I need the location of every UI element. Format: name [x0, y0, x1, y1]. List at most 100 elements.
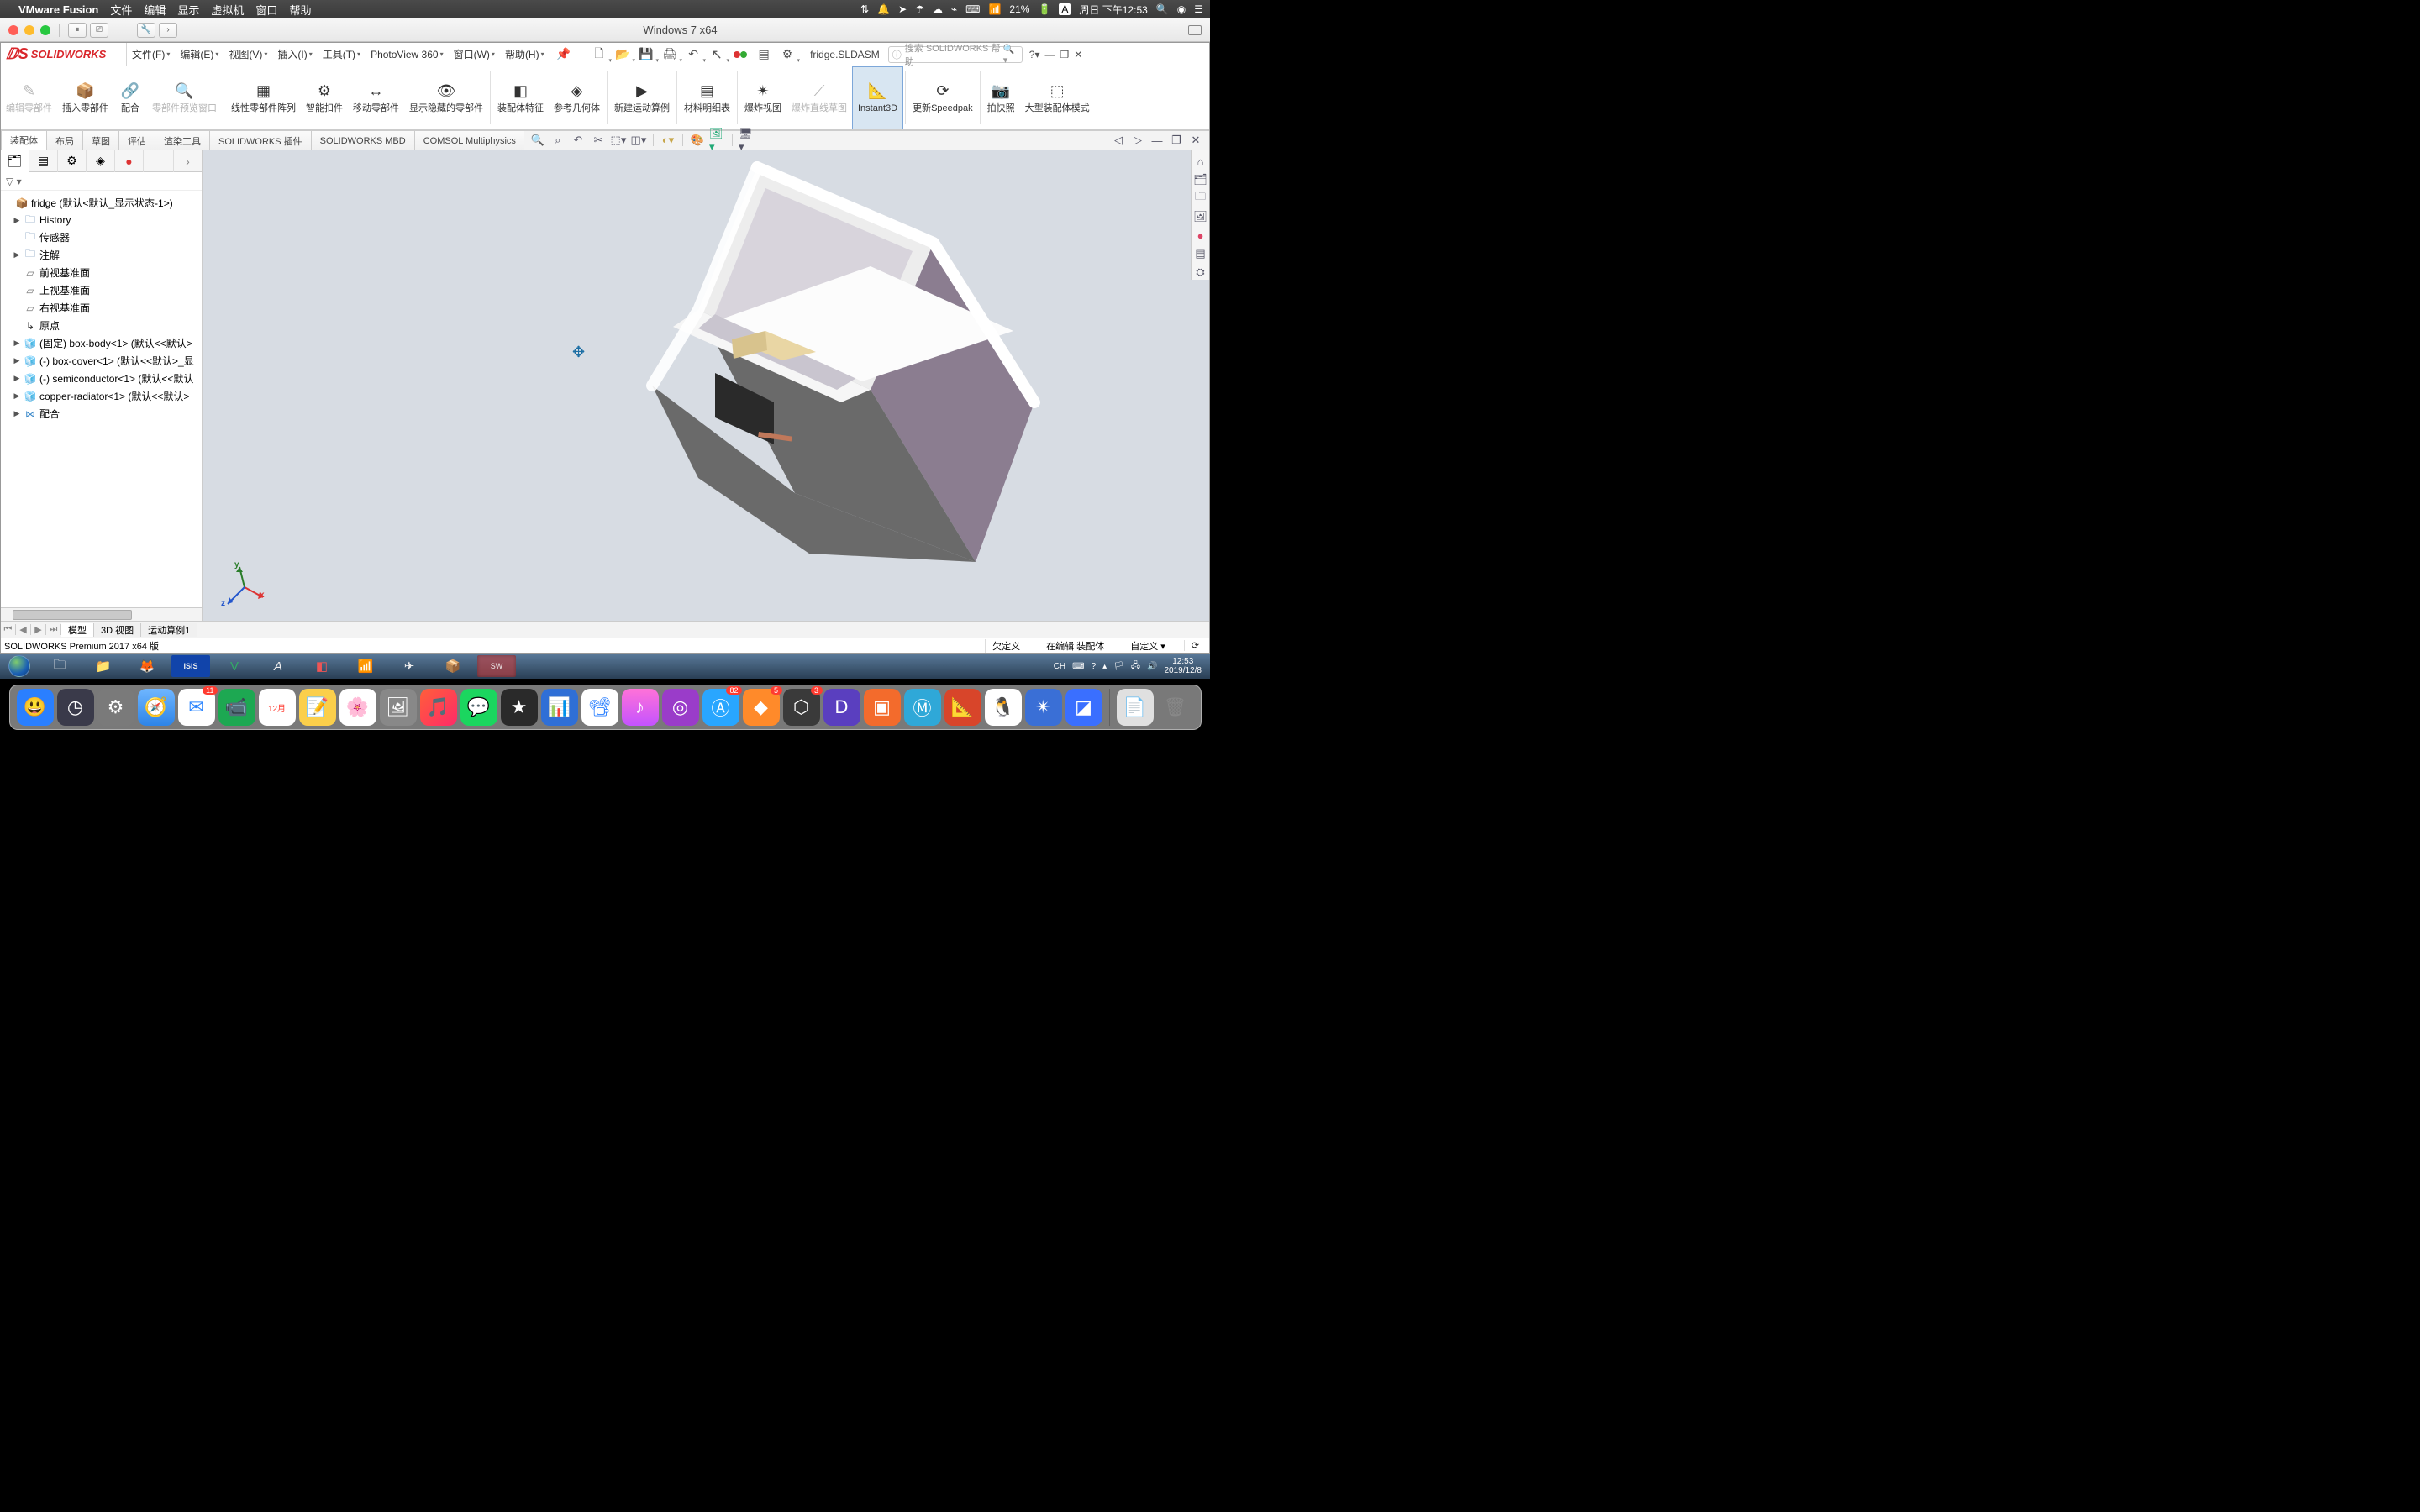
- mac-menu-help[interactable]: 帮助: [289, 2, 311, 18]
- doc-min-icon[interactable]: —: [1149, 133, 1165, 148]
- edit-appearance-icon[interactable]: 🎨: [689, 133, 706, 148]
- ribbon-smart-fasteners[interactable]: ⚙智能扣件: [301, 66, 348, 129]
- dock-itunes-icon[interactable]: ♪: [622, 689, 659, 726]
- cloud-icon[interactable]: ☁: [933, 3, 943, 15]
- undo-icon[interactable]: ↶▾: [682, 45, 704, 64]
- tb-isis-icon[interactable]: ISIS: [171, 655, 210, 677]
- ribbon-move-component[interactable]: ↔移动零部件: [348, 66, 404, 129]
- tb-help-icon[interactable]: ?: [1092, 662, 1097, 671]
- mac-menu-window[interactable]: 窗口: [255, 2, 277, 18]
- sw-menu-view[interactable]: 视图(V)▾: [224, 43, 272, 66]
- vtab-first-icon[interactable]: ⏮: [1, 624, 16, 635]
- battery-icon[interactable]: 🔋: [1038, 3, 1050, 15]
- tree-box-cover[interactable]: ▶🧊(-) box-cover<1> (默认<<默认>_显: [1, 352, 202, 370]
- tb-network-icon[interactable]: 🖧: [1131, 659, 1140, 674]
- dock-trash-icon[interactable]: 🗑: [1157, 689, 1194, 726]
- mac-menu-edit[interactable]: 编辑: [144, 2, 166, 18]
- dock-numbers-icon[interactable]: 📊: [541, 689, 578, 726]
- sw-menu-edit[interactable]: 编辑(E)▾: [175, 43, 224, 66]
- siri-icon[interactable]: ◉: [1177, 3, 1186, 15]
- options-list-icon[interactable]: ▤: [753, 45, 775, 64]
- dock-settings-icon[interactable]: ⚙: [97, 689, 134, 726]
- view-settings-icon[interactable]: 🖥▾: [739, 133, 755, 148]
- tab-comsol[interactable]: COMSOL Multiphysics: [414, 130, 525, 150]
- tab-evaluate[interactable]: 评估: [118, 130, 155, 150]
- tb-font-icon[interactable]: A: [259, 655, 297, 677]
- dock-keynote-icon[interactable]: 📽: [581, 689, 618, 726]
- dock-vmware-icon[interactable]: ▣: [864, 689, 901, 726]
- taskpane-file-explorer-icon[interactable]: 🗀: [1193, 191, 1208, 206]
- sw-menu-tools[interactable]: 工具(T)▾: [318, 43, 366, 66]
- ribbon-insert-component[interactable]: 📦插入零部件: [57, 66, 113, 129]
- dock-safari-icon[interactable]: 🧭: [138, 689, 175, 726]
- tree-box-body[interactable]: ▶🧊(固定) box-body<1> (默认<<默认>: [1, 334, 202, 352]
- fm-tab-property[interactable]: ▤: [29, 150, 58, 172]
- ribbon-mate[interactable]: 🔗配合: [113, 66, 147, 129]
- dock-mail-icon[interactable]: ✉11: [178, 689, 215, 726]
- fm-tab-dimxpert[interactable]: ◈: [87, 150, 115, 172]
- dock-facetime-icon[interactable]: 📹: [218, 689, 255, 726]
- help-search-input[interactable]: ⓘ搜索 SOLIDWORKS 帮助🔍▾: [888, 46, 1023, 63]
- ribbon-update-speedpak[interactable]: ⟳更新Speedpak: [908, 66, 978, 129]
- umbrella-icon[interactable]: ☂: [915, 3, 924, 15]
- mac-menu-view[interactable]: 显示: [177, 2, 199, 18]
- section-view-icon[interactable]: ✂: [590, 133, 607, 148]
- ribbon-show-hidden[interactable]: 👁显示隐藏的零部件: [404, 66, 488, 129]
- minimize-button[interactable]: [24, 25, 34, 35]
- view-triad[interactable]: x y z: [219, 562, 270, 612]
- tb-keyboard-icon[interactable]: ⌨: [1072, 662, 1084, 671]
- taskpane-appearances-icon[interactable]: ●: [1193, 228, 1208, 243]
- ribbon-bom[interactable]: ▤材料明细表: [679, 66, 735, 129]
- dock-activity-icon[interactable]: ◷: [57, 689, 94, 726]
- taskpane-custom-props-icon[interactable]: ▤: [1193, 246, 1208, 261]
- mac-menu-vm[interactable]: 虚拟机: [211, 2, 244, 18]
- tree-mates[interactable]: ▶⋈配合: [1, 405, 202, 423]
- datetime[interactable]: 周日 下午12:53: [1079, 3, 1147, 17]
- dock-downloads-icon[interactable]: 📄: [1117, 689, 1154, 726]
- sw-menu-photoview[interactable]: PhotoView 360▾: [366, 43, 449, 66]
- status-custom[interactable]: 自定义 ▾: [1123, 639, 1172, 653]
- prev-view-icon[interactable]: ↶: [570, 133, 587, 148]
- vtab-motion-study[interactable]: 运动算例1: [141, 623, 197, 637]
- dock-calendar-icon[interactable]: 12月: [259, 689, 296, 726]
- spotlight-icon[interactable]: 🔍: [1156, 3, 1169, 15]
- updown-icon[interactable]: ⇅: [860, 3, 869, 15]
- tb-clock[interactable]: 12:53 2019/12/8: [1165, 657, 1207, 675]
- sw-menu-file[interactable]: 文件(F)▾: [127, 43, 175, 66]
- doc-next-icon[interactable]: ▷: [1129, 133, 1146, 148]
- vm-next-button[interactable]: ›: [159, 23, 177, 38]
- taskpane-view-palette-icon[interactable]: 🖼: [1193, 209, 1208, 224]
- zoom-button[interactable]: [40, 25, 50, 35]
- bluetooth-icon[interactable]: ⌁: [951, 3, 957, 15]
- tb-lang[interactable]: CH: [1054, 662, 1065, 671]
- tab-assembly[interactable]: 装配体: [1, 130, 47, 150]
- vm-snapshot-button[interactable]: ⎚: [90, 23, 108, 38]
- 3d-viewport[interactable]: ✥ x y z ⌂ 🗂 🗀 🖼 ● ▤ ⛭: [203, 150, 1209, 621]
- location-icon[interactable]: ➤: [898, 3, 907, 15]
- tb-foxit-icon[interactable]: ◧: [302, 655, 341, 677]
- vtab-last-icon[interactable]: ⏭: [46, 624, 61, 635]
- dock-sketch-icon[interactable]: ◆5: [743, 689, 780, 726]
- tree-right-plane[interactable]: ▱右视基准面: [1, 299, 202, 317]
- vtab-prev-icon[interactable]: ◀: [16, 624, 31, 635]
- close-button[interactable]: [8, 25, 18, 35]
- open-doc-icon[interactable]: 📂▾: [612, 45, 634, 64]
- app-name[interactable]: VMware Fusion: [18, 3, 98, 16]
- tree-top-plane[interactable]: ▱上视基准面: [1, 281, 202, 299]
- ribbon-linear-pattern[interactable]: ▦线性零部件阵列: [226, 66, 301, 129]
- taskpane-library-icon[interactable]: 🗂: [1193, 172, 1208, 187]
- tb-flag-icon[interactable]: 🏳: [1113, 662, 1124, 671]
- fm-tab-config[interactable]: ⚙: [58, 150, 87, 172]
- mac-menu-file[interactable]: 文件: [110, 2, 132, 18]
- doc-max-icon[interactable]: ❐: [1168, 133, 1185, 148]
- hide-show-icon[interactable]: ◐▾: [660, 133, 676, 148]
- tb-vim-icon[interactable]: V: [215, 655, 254, 677]
- dock-messages-icon[interactable]: 💬: [460, 689, 497, 726]
- new-doc-icon[interactable]: 🗋▾: [588, 45, 610, 64]
- doc-prev-icon[interactable]: ◁: [1110, 133, 1127, 148]
- tb-folder-icon[interactable]: 📁: [84, 655, 123, 677]
- battery-percent[interactable]: 21%: [1009, 3, 1029, 15]
- dock-mathematica-icon[interactable]: ✴: [1025, 689, 1062, 726]
- vm-pause-button[interactable]: ⏸: [68, 23, 87, 38]
- tb-send-icon[interactable]: ✈: [390, 655, 429, 677]
